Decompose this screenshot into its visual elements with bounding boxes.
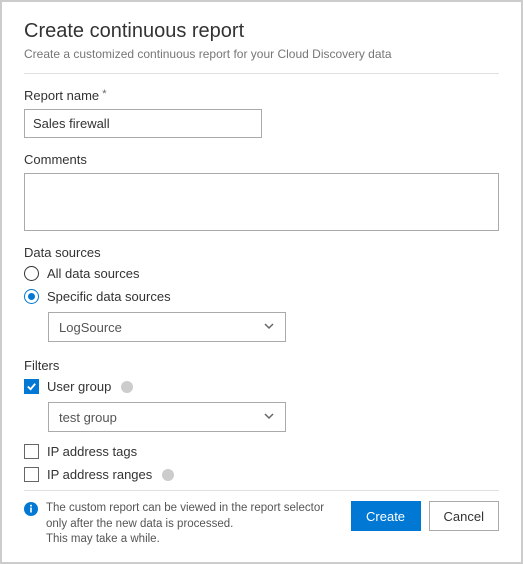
dialog-title: Create continuous report bbox=[24, 20, 499, 43]
chevron-down-icon bbox=[263, 320, 275, 335]
checkbox-ip-ranges[interactable]: IP address ranges bbox=[24, 467, 499, 482]
dialog-footer: The custom report can be viewed in the r… bbox=[24, 490, 499, 548]
checkbox-label: User group bbox=[47, 379, 111, 394]
info-icon bbox=[24, 502, 38, 519]
checkbox-icon bbox=[24, 444, 39, 459]
data-source-select[interactable]: LogSource bbox=[48, 312, 286, 342]
radio-icon bbox=[24, 266, 39, 281]
create-report-dialog: Create continuous report Create a custom… bbox=[0, 0, 523, 564]
checkbox-icon bbox=[24, 467, 39, 482]
checkbox-user-group[interactable]: User group bbox=[24, 379, 499, 394]
data-sources-label: Data sources bbox=[24, 245, 499, 260]
comments-label: Comments bbox=[24, 152, 499, 167]
cancel-button[interactable]: Cancel bbox=[429, 501, 499, 531]
report-name-label: Report name bbox=[24, 88, 499, 103]
radio-icon bbox=[24, 289, 39, 304]
comments-input[interactable] bbox=[24, 173, 499, 232]
checkbox-ip-tags[interactable]: IP address tags bbox=[24, 444, 499, 459]
dialog-subtitle: Create a customized continuous report fo… bbox=[24, 47, 499, 61]
info-icon bbox=[121, 381, 133, 393]
create-button[interactable]: Create bbox=[351, 501, 421, 531]
checkbox-icon bbox=[24, 379, 39, 394]
divider bbox=[24, 73, 499, 74]
filters-label: Filters bbox=[24, 358, 499, 373]
checkbox-label: IP address ranges bbox=[47, 467, 152, 482]
radio-all-data-sources[interactable]: All data sources bbox=[24, 266, 499, 281]
select-value: LogSource bbox=[59, 320, 122, 335]
chevron-down-icon bbox=[263, 410, 275, 425]
user-group-select[interactable]: test group bbox=[48, 402, 286, 432]
radio-label: All data sources bbox=[47, 266, 140, 281]
radio-specific-data-sources[interactable]: Specific data sources bbox=[24, 289, 499, 304]
report-name-input[interactable] bbox=[24, 109, 262, 138]
footer-info-text: The custom report can be viewed in the r… bbox=[46, 501, 343, 548]
info-icon bbox=[162, 469, 174, 481]
checkbox-label: IP address tags bbox=[47, 444, 137, 459]
radio-label: Specific data sources bbox=[47, 289, 171, 304]
select-value: test group bbox=[59, 410, 117, 425]
